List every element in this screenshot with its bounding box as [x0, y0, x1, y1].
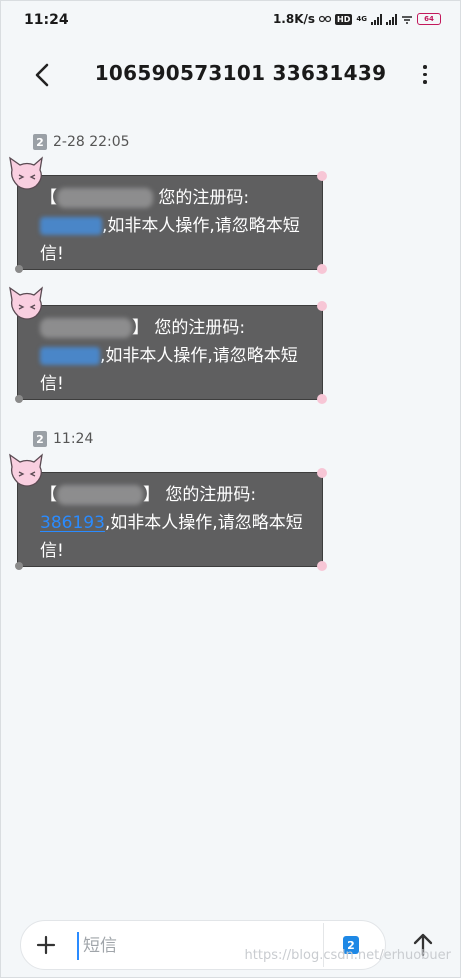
sim-card-icon: 2: [33, 431, 47, 447]
battery-icon: 64: [417, 13, 441, 25]
bracket-close: 】: [143, 485, 160, 505]
redacted-sender: [40, 318, 132, 338]
bubble-corner: [317, 301, 327, 311]
bubble-corner: [317, 171, 327, 181]
timestamp-label: 2-28 22:05: [53, 134, 130, 150]
bubble-corner: [15, 562, 23, 570]
bubble-corner: [317, 561, 327, 571]
alarm-icon: [319, 15, 332, 23]
signal-1-icon: [371, 13, 382, 25]
back-arrow-icon[interactable]: [28, 60, 58, 90]
plus-icon[interactable]: [34, 933, 58, 957]
signal-2-icon: [386, 13, 397, 25]
hd-badge: HD: [335, 13, 353, 25]
message-bubble[interactable]: 】 您的注册码: ,如非本人操作,请忽略本短信!: [9, 286, 327, 404]
timestamp-label: 11:24: [53, 431, 94, 447]
bubble-corner: [15, 265, 23, 273]
bubble-corner: [15, 395, 23, 403]
network-speed: 1.8K/s: [272, 12, 316, 26]
page-title: 106590573101 33631439: [94, 61, 387, 85]
timestamp-group-1: 2 2-28 22:05: [33, 134, 130, 150]
message-bubble[interactable]: 【】 您的注册码: 386193,如非本人操作,请忽略本短信!: [9, 453, 327, 571]
timestamp-group-2: 2 11:24: [33, 431, 93, 447]
redacted-code-link[interactable]: [40, 347, 100, 365]
bubble-corner: [317, 264, 327, 274]
verification-code-link[interactable]: 386193: [40, 513, 105, 533]
message-bubble[interactable]: 【 您的注册码: ,如非本人操作,请忽略本短信!: [9, 156, 327, 274]
cat-sticker-icon: [9, 453, 43, 487]
redacted-sender: [57, 188, 153, 208]
message-text: 您的注册码:: [154, 318, 246, 338]
watermark: https://blog.csdn.net/erhuobuer: [244, 948, 451, 963]
network-type: 4G: [356, 15, 367, 23]
bracket-close: 】: [132, 318, 149, 338]
status-bar: 11:24 1.8K/s HD 4G 64: [0, 0, 461, 40]
wifi-icon: [402, 16, 412, 24]
cat-sticker-icon: [9, 286, 43, 320]
sim-card-icon: 2: [33, 134, 47, 150]
status-indicators: 1.8K/s HD 4G 64: [273, 12, 441, 26]
cat-sticker-icon: [9, 156, 43, 190]
bubble-corner: [317, 394, 327, 404]
conversation-header: 106590573101 33631439: [0, 45, 461, 105]
redacted-sender: [57, 485, 143, 505]
redacted-code-link[interactable]: [40, 217, 102, 235]
more-options-icon[interactable]: [415, 61, 435, 95]
message-text: 您的注册码:: [165, 485, 257, 505]
message-text: 您的注册码:: [158, 188, 250, 208]
bubble-corner: [317, 468, 327, 478]
status-time: 11:24: [24, 12, 69, 28]
